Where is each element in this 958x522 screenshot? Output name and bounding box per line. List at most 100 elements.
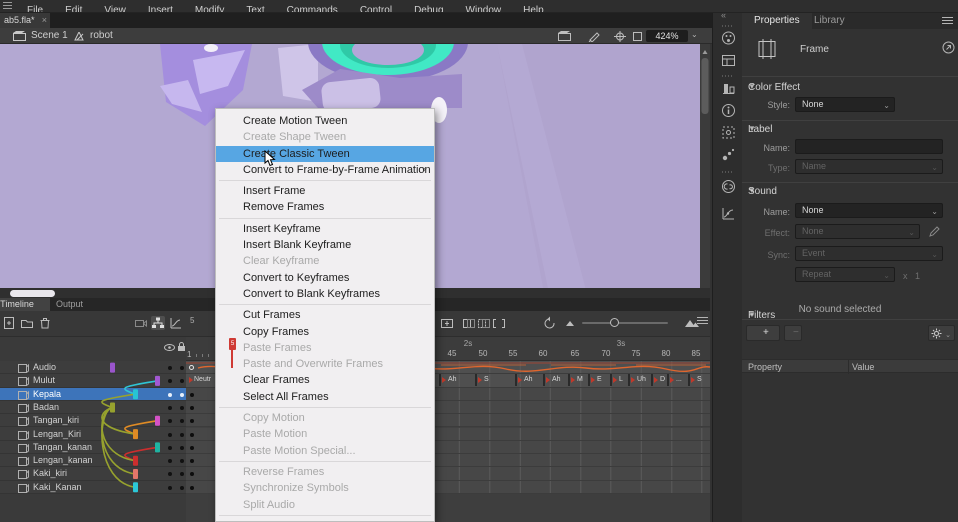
frame-label-flag-icon bbox=[591, 377, 595, 383]
timeline-menu-icon[interactable] bbox=[697, 317, 708, 325]
menu-item-create-motion-tween[interactable]: Create Motion Tween bbox=[216, 113, 434, 129]
lip-sync-label: Ah bbox=[552, 376, 561, 383]
menu-file[interactable]: File bbox=[16, 5, 54, 13]
cc-libraries-panel-icon[interactable] bbox=[721, 179, 736, 194]
frame-label-flag-icon bbox=[518, 377, 522, 383]
onion-skin-icon[interactable] bbox=[462, 316, 476, 330]
keyframe-span-tick bbox=[543, 374, 545, 386]
menu-item-insert-frame[interactable]: Insert Frame bbox=[216, 183, 434, 199]
menu-item-convert-to-frame-by-frame-animation[interactable]: Convert to Frame-by-Frame Animation› bbox=[216, 162, 434, 178]
transform-panel-icon[interactable] bbox=[721, 125, 736, 140]
zoom-in-frames-icon[interactable] bbox=[684, 316, 698, 330]
close-tab-icon[interactable]: × bbox=[42, 13, 47, 28]
frame-context-menu: Create Motion TweenCreate Shape TweenCre… bbox=[215, 108, 435, 522]
ruler-label-60: 60 bbox=[539, 349, 548, 358]
onion-skin-outlines-icon[interactable] bbox=[477, 316, 491, 330]
filter-options-gear-button[interactable]: ⌄ bbox=[928, 325, 955, 341]
swatches-panel-icon[interactable] bbox=[721, 53, 736, 68]
menu-item-paste-motion-special: Paste Motion Special... bbox=[216, 443, 434, 459]
menu-item-synchronize-symbols: Synchronize Symbols bbox=[216, 480, 434, 496]
delete-layer-icon[interactable] bbox=[38, 316, 52, 330]
menu-item-remove-frames[interactable]: Remove Frames bbox=[216, 199, 434, 215]
parenting-bar-mulut[interactable] bbox=[155, 376, 160, 386]
parenting-bar-kaki_kanan[interactable] bbox=[133, 482, 138, 492]
lip-sync-label: S bbox=[484, 376, 489, 383]
keyframe-dot bbox=[190, 419, 194, 423]
parenting-bar-badan[interactable] bbox=[110, 403, 115, 413]
info-panel-icon[interactable] bbox=[721, 103, 736, 118]
tab-library[interactable]: Library bbox=[804, 13, 855, 29]
ruler-frame5-label: 5 bbox=[190, 316, 194, 325]
app-menu-icon[interactable] bbox=[3, 2, 12, 10]
frame-size-slider-knob[interactable] bbox=[610, 318, 619, 327]
breadcrumb-scene[interactable]: Scene 1 bbox=[31, 30, 68, 41]
menu-view[interactable]: View bbox=[93, 5, 137, 13]
parent-wire bbox=[102, 408, 135, 488]
zoom-out-frames-icon[interactable] bbox=[563, 316, 577, 330]
frame-size-slider-track[interactable] bbox=[582, 322, 668, 324]
menu-item-reverse-frames: Reverse Frames bbox=[216, 464, 434, 480]
align-panel-icon[interactable] bbox=[721, 81, 736, 96]
keyframe-span-tick bbox=[651, 374, 653, 386]
menu-item-create-classic-tween[interactable]: Create Classic Tween bbox=[216, 146, 434, 162]
menu-edit[interactable]: Edit bbox=[54, 5, 93, 13]
style-label: Style: bbox=[742, 100, 790, 110]
menu-window[interactable]: Window bbox=[455, 5, 513, 13]
menu-item-insert-blank-keyframe[interactable]: Insert Blank Keyframe bbox=[216, 237, 434, 253]
parenting-bar-kaki_kiri[interactable] bbox=[133, 469, 138, 479]
properties-menu-icon[interactable] bbox=[942, 17, 953, 25]
document-tab[interactable]: ab5.fla* × bbox=[0, 13, 50, 28]
menu-debug[interactable]: Debug bbox=[403, 5, 454, 13]
center-playhead-icon[interactable] bbox=[440, 316, 454, 330]
menu-item-cut-frames[interactable]: Cut Frames bbox=[216, 307, 434, 323]
menu-item-actions[interactable]: Actions bbox=[216, 518, 434, 522]
layer-parenting-icon[interactable] bbox=[151, 316, 165, 330]
parenting-bar-lengan_kiri[interactable] bbox=[133, 429, 138, 439]
style-dropdown[interactable]: None⌄ bbox=[795, 97, 895, 112]
edit-multiple-frames-icon[interactable] bbox=[492, 316, 506, 330]
color-panel-icon[interactable] bbox=[721, 30, 736, 45]
new-folder-icon[interactable] bbox=[20, 316, 34, 330]
parenting-bar-tangan_kanan[interactable] bbox=[155, 442, 160, 452]
menu-item-copy-frames[interactable]: Copy Frames bbox=[216, 324, 434, 340]
playhead-head[interactable]: 5 bbox=[229, 338, 236, 350]
menu-help[interactable]: Help bbox=[512, 5, 555, 13]
sound-name-dropdown[interactable]: None⌄ bbox=[795, 203, 943, 218]
menu-text[interactable]: Text bbox=[235, 5, 275, 13]
show-keyframes-graph-icon[interactable] bbox=[169, 316, 183, 330]
remove-filter-button[interactable]: − bbox=[784, 325, 802, 341]
loop-icon[interactable] bbox=[543, 316, 557, 330]
tab-output[interactable]: Output bbox=[56, 298, 83, 311]
tab-timeline[interactable]: Timeline bbox=[0, 298, 50, 311]
menu-commands[interactable]: Commands bbox=[276, 5, 349, 13]
menu-modify[interactable]: Modify bbox=[184, 5, 235, 13]
new-layer-icon[interactable] bbox=[2, 316, 16, 330]
ruler-frame1-label: 1 bbox=[187, 350, 191, 359]
add-filter-button[interactable]: + ⌄ bbox=[746, 325, 780, 341]
parenting-bar-audio[interactable] bbox=[110, 363, 115, 373]
sound-name-label: Name: bbox=[742, 207, 790, 217]
brush-library-panel-icon[interactable] bbox=[721, 147, 736, 162]
parenting-bar-lengan_kanan[interactable] bbox=[133, 456, 138, 466]
submenu-arrow-icon: › bbox=[423, 162, 426, 178]
menu-item-select-all-frames[interactable]: Select All Frames bbox=[216, 389, 434, 405]
collapse-panels-icon[interactable]: « bbox=[721, 10, 726, 20]
parenting-bar-tangan_kiri[interactable] bbox=[155, 416, 160, 426]
menu-item-convert-to-keyframes[interactable]: Convert to Keyframes bbox=[216, 270, 434, 286]
breadcrumb-symbol[interactable]: robot bbox=[90, 30, 113, 41]
menu-control[interactable]: Control bbox=[349, 5, 403, 13]
lip-sync-label: Uh bbox=[637, 376, 646, 383]
zoom-chevron-icon[interactable]: ⌄ bbox=[691, 30, 698, 39]
parenting-bar-kepala[interactable] bbox=[133, 389, 138, 399]
menu-insert[interactable]: Insert bbox=[137, 5, 184, 13]
menu-item-convert-to-blank-keyframes[interactable]: Convert to Blank Keyframes bbox=[216, 286, 434, 302]
label-type-label: Type: bbox=[742, 163, 790, 173]
motion-editor-panel-icon[interactable] bbox=[721, 206, 736, 221]
tab-properties[interactable]: Properties bbox=[742, 13, 812, 29]
zoom-level-field[interactable]: 424% bbox=[646, 30, 688, 42]
label-name-input[interactable] bbox=[795, 139, 943, 154]
camera-icon[interactable] bbox=[134, 316, 148, 330]
lip-sync-label: ... bbox=[676, 376, 682, 383]
menu-item-insert-keyframe[interactable]: Insert Keyframe bbox=[216, 221, 434, 237]
menu-item-clear-frames[interactable]: Clear Frames bbox=[216, 372, 434, 388]
